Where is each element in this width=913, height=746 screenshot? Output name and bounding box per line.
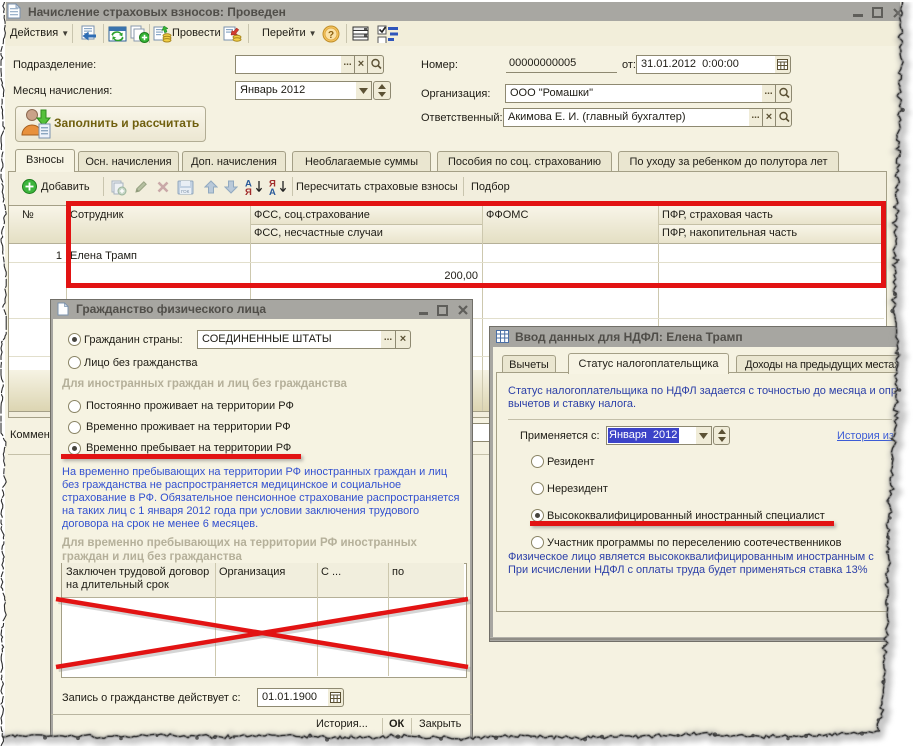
svg-text:А: А — [269, 187, 276, 196]
svg-text:?: ? — [328, 30, 334, 41]
svg-text:ГОК: ГОК — [181, 189, 190, 194]
svg-text:Я: Я — [245, 187, 252, 196]
